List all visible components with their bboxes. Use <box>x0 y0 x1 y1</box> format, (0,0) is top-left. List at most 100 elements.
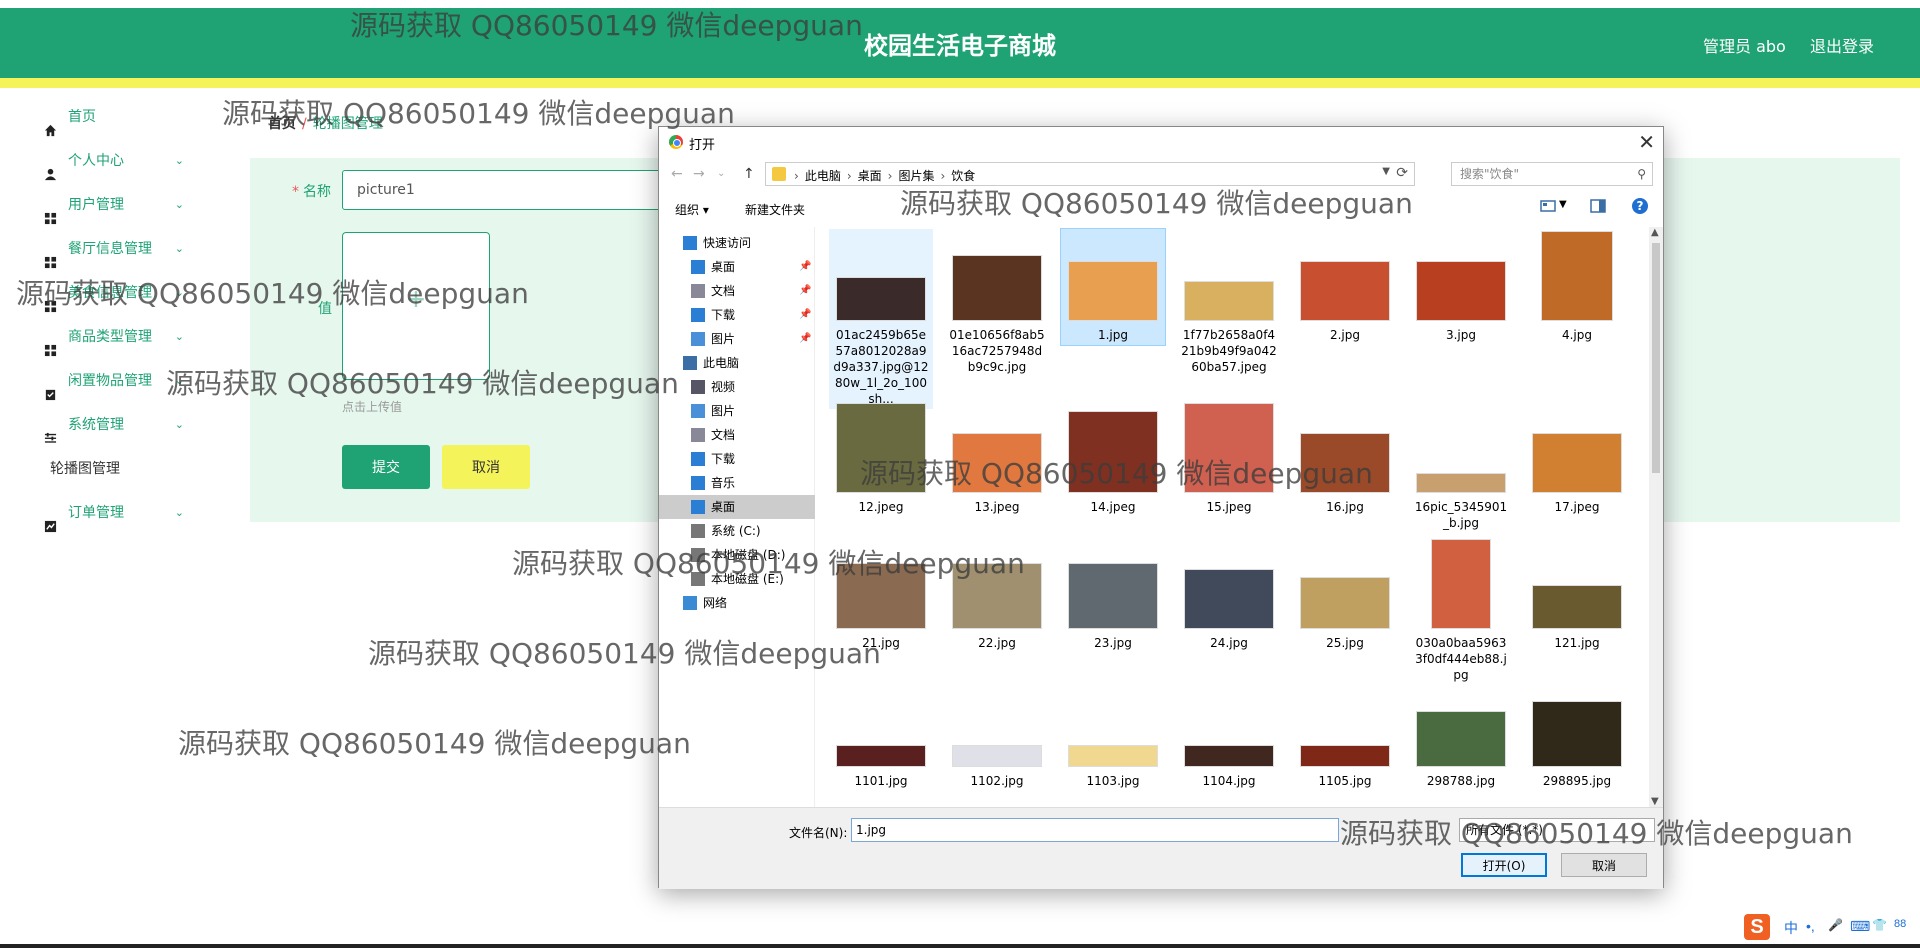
nav-pane-item[interactable]: 视频 <box>659 375 815 399</box>
sidebar-item[interactable]: 闲置物品管理 ⌄ <box>20 359 200 403</box>
chevron-down-icon[interactable]: ▼ <box>1382 166 1390 177</box>
search-input[interactable]: 搜索"饮食" ⚲ <box>1451 162 1653 186</box>
sidebar-item[interactable]: 餐厅信息管理 ⌄ <box>20 227 200 271</box>
file-item[interactable]: 24.jpg <box>1177 537 1281 653</box>
file-item[interactable] <box>1177 765 1281 807</box>
sidebar-item[interactable]: 用户管理 ⌄ <box>20 183 200 227</box>
new-folder-button[interactable]: 新建文件夹 <box>745 201 805 218</box>
path-separator-icon[interactable]: › <box>794 169 799 183</box>
file-item[interactable]: 21.jpg <box>829 537 933 653</box>
scroll-down-icon[interactable]: ▼ <box>1651 796 1659 807</box>
back-arrow-icon[interactable]: ← <box>671 166 683 182</box>
nav-pane-item[interactable]: 此电脑 <box>659 351 815 375</box>
filename-input[interactable]: 1.jpg <box>851 818 1339 842</box>
vertical-scrollbar[interactable]: ▲ ▼ <box>1649 227 1663 807</box>
file-item[interactable] <box>1061 765 1165 807</box>
file-item[interactable]: 1.jpg <box>1060 228 1166 346</box>
file-item[interactable]: 23.jpg <box>1061 537 1165 653</box>
file-item[interactable]: 12.jpeg <box>829 401 933 517</box>
skin-icon[interactable]: 👕 <box>1872 918 1887 932</box>
file-item[interactable]: 14.jpeg <box>1061 401 1165 517</box>
file-item[interactable]: 01ac2459b65e57a8012028a9d9a337.jpg@1280w… <box>829 229 933 409</box>
forward-arrow-icon[interactable]: → <box>693 166 705 182</box>
sidebar-subitem-carousel[interactable]: 轮播图管理 <box>20 447 200 491</box>
view-dropdown-icon[interactable]: ▼ <box>1559 199 1567 210</box>
nav-pane-item[interactable]: 系统 (C:) <box>659 519 815 543</box>
file-item[interactable]: 3.jpg <box>1409 229 1513 345</box>
file-item[interactable] <box>1409 765 1513 807</box>
file-item[interactable] <box>1293 765 1397 807</box>
nav-pane-item[interactable]: 下载 <box>659 447 815 471</box>
nav-pane-item[interactable]: 图片 📌 <box>659 327 815 351</box>
path-separator-icon[interactable]: › <box>847 169 852 183</box>
breadcrumb-home[interactable]: 首页 <box>268 116 296 132</box>
sidebar-item[interactable]: 系统管理 ⌄ <box>20 403 200 447</box>
file-item[interactable]: 25.jpg <box>1293 537 1397 653</box>
sidebar-item[interactable]: 美食信息管理 ⌄ <box>20 271 200 315</box>
file-item[interactable]: 16pic_5345901_b.jpg <box>1409 401 1513 533</box>
file-item[interactable]: 2.jpg <box>1293 229 1397 345</box>
name-input[interactable]: picture1 <box>342 170 662 210</box>
file-item[interactable] <box>945 765 1049 807</box>
organize-menu[interactable]: 组织 ▾ <box>675 201 709 218</box>
nav-pane-item[interactable]: 文档 📌 <box>659 279 815 303</box>
file-item[interactable]: 16.jpg <box>1293 401 1397 517</box>
sidebar-item-orders[interactable]: 订单管理 ⌄ <box>20 491 200 535</box>
path-separator-icon[interactable]: › <box>888 169 893 183</box>
help-icon[interactable]: ? <box>1631 197 1649 215</box>
recent-locations-icon[interactable]: ⌄ <box>717 168 725 179</box>
nav-pane-item[interactable]: 网络 <box>659 591 815 615</box>
file-item[interactable]: 17.jpeg <box>1525 401 1629 517</box>
grid-icon <box>44 331 57 357</box>
file-item[interactable] <box>1525 765 1629 807</box>
keyboard-icon[interactable]: ⌨ <box>1850 918 1870 935</box>
cancel-button[interactable]: 取消 <box>442 445 530 489</box>
path-separator-icon[interactable]: › <box>940 169 945 183</box>
filetype-select[interactable]: 所有文件 (*.*) <box>1459 818 1655 842</box>
close-icon[interactable]: ✕ <box>1638 130 1655 154</box>
nav-pane-item[interactable]: 桌面 <box>659 495 815 519</box>
file-item[interactable]: 4.jpg <box>1525 229 1629 345</box>
file-item[interactable]: 1f77b2658a0f421b9b49f9a04260ba57.jpeg <box>1177 229 1281 377</box>
nav-pane-item[interactable]: 本地磁盘 (E:) <box>659 567 815 591</box>
scroll-thumb[interactable] <box>1652 243 1660 473</box>
path-segment[interactable]: 图片集 <box>898 169 934 183</box>
logout-link[interactable]: 退出登录 <box>1810 33 1874 57</box>
toolbox-icon[interactable]: 88 <box>1894 918 1906 930</box>
refresh-icon[interactable]: ⟳ <box>1396 165 1408 181</box>
microphone-icon[interactable]: 🎤 <box>1828 918 1843 932</box>
ime-punctuation-icon[interactable]: •, <box>1806 918 1815 934</box>
nav-pane-item[interactable]: 快速访问 <box>659 231 815 255</box>
nav-pane-item[interactable]: 音乐 <box>659 471 815 495</box>
ime-mode-chinese[interactable]: 中 <box>1784 918 1798 938</box>
view-options-icon[interactable] <box>1539 197 1557 215</box>
file-item[interactable]: 01e10656f8ab516ac7257948db9c9c.jpg <box>945 229 1049 377</box>
nav-pane-item[interactable]: 本地磁盘 (D:) <box>659 543 815 567</box>
file-item[interactable]: 121.jpg <box>1525 537 1629 653</box>
path-segment[interactable]: 桌面 <box>858 169 882 183</box>
up-arrow-icon[interactable]: ↑ <box>743 166 755 182</box>
nav-pane-item[interactable]: 桌面 📌 <box>659 255 815 279</box>
file-item[interactable]: 15.jpeg <box>1177 401 1281 517</box>
preview-pane-icon[interactable] <box>1589 197 1607 215</box>
file-item[interactable]: 13.jpeg <box>945 401 1049 517</box>
path-segment[interactable]: 饮食 <box>951 169 975 183</box>
file-item[interactable] <box>829 765 933 807</box>
dialog-cancel-button[interactable]: 取消 <box>1561 853 1647 877</box>
file-item[interactable]: 22.jpg <box>945 537 1049 653</box>
nav-pane-item[interactable]: 下载 📌 <box>659 303 815 327</box>
sidebar-item[interactable]: 个人中心 ⌄ <box>20 139 200 183</box>
nav-pane-item[interactable]: 文档 <box>659 423 815 447</box>
nav-pane-item[interactable]: 图片 <box>659 399 815 423</box>
submit-button[interactable]: 提交 <box>342 445 430 489</box>
ime-toolbar[interactable]: S 中 •, 🎤 ⌨ 👕 88 <box>1744 912 1920 942</box>
address-bar[interactable]: › 此电脑 › 桌面 › 图片集 › 饮食 ▼ ⟳ <box>765 162 1415 186</box>
path-segment[interactable]: 此电脑 <box>805 169 841 183</box>
sidebar-item[interactable]: 首页 <box>20 95 200 139</box>
open-button[interactable]: 打开(O) <box>1461 853 1547 877</box>
sogou-ime-icon[interactable]: S <box>1744 914 1770 940</box>
scroll-up-icon[interactable]: ▲ <box>1651 227 1659 238</box>
file-item[interactable]: 030a0baa59633f0df444eb88.jpg <box>1409 537 1513 685</box>
sidebar-item[interactable]: 商品类型管理 ⌄ <box>20 315 200 359</box>
image-upload-box[interactable]: + <box>342 232 490 380</box>
